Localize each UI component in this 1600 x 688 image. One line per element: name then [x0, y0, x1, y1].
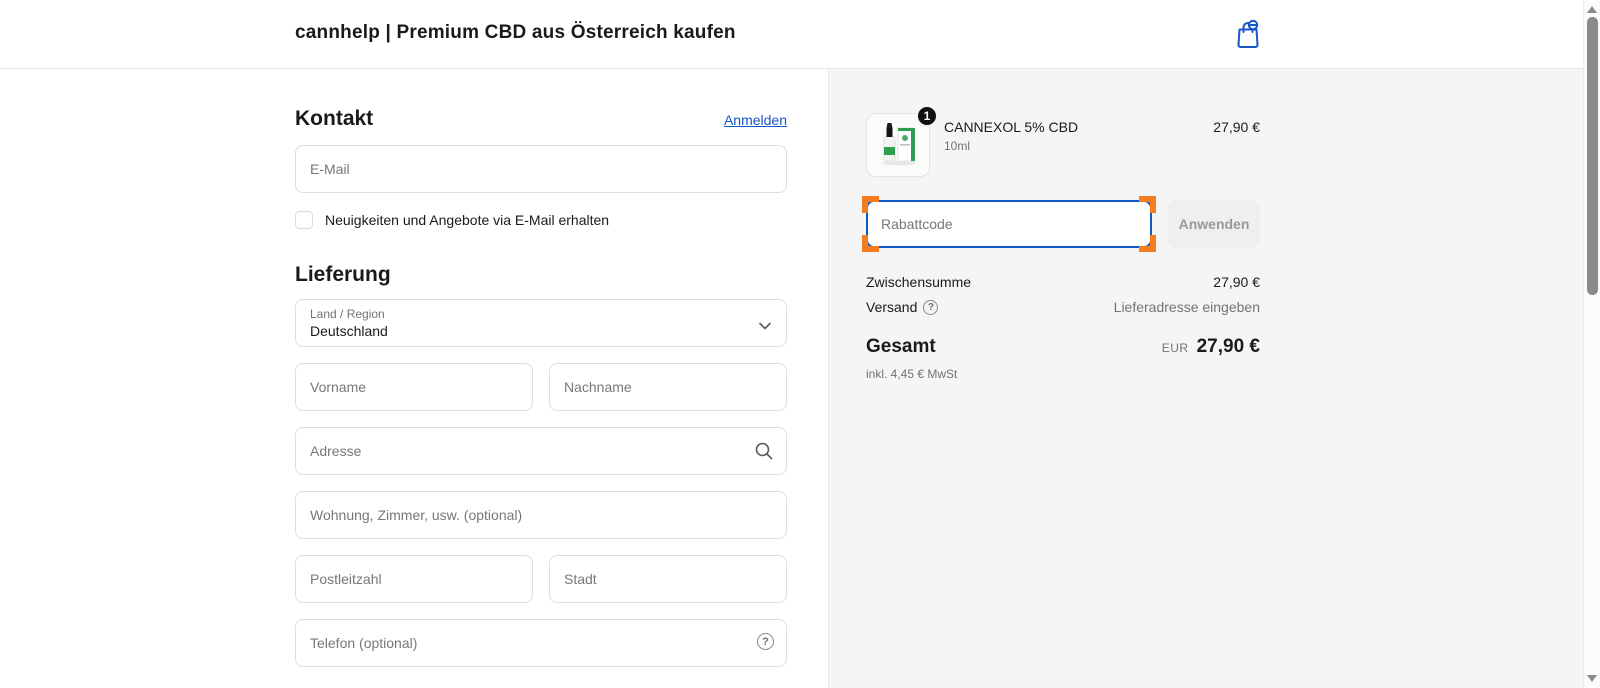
apartment-input[interactable]: [295, 491, 787, 539]
product-name: CANNEXOL 5% CBD: [944, 119, 1079, 135]
chevron-down-icon: [758, 318, 772, 336]
product-thumbnail: 1: [866, 105, 938, 177]
first-name-input[interactable]: [295, 363, 533, 411]
shipping-label: Versand: [866, 299, 918, 315]
tax-note: inkl. 4,45 € MwSt: [866, 367, 958, 381]
order-summary-panel: 1 CANNEXOL 5% CBD 10ml 27,90 € Rabattcod…: [828, 69, 1583, 688]
total-row: Gesamt EUR 27,90 €: [866, 336, 1260, 358]
email-field-wrap: [295, 145, 787, 193]
shipping-value: Lieferadresse eingeben: [1113, 299, 1260, 315]
shopping-bag-icon: [1237, 19, 1259, 48]
cart-line-item: 1 CANNEXOL 5% CBD 10ml 27,90 €: [866, 105, 1260, 177]
store-title: cannhelp | Premium CBD aus Österreich ka…: [295, 22, 736, 43]
address-field-wrap: [295, 427, 787, 475]
phone-input[interactable]: [295, 619, 787, 667]
country-select-value: Deutschland: [310, 322, 388, 339]
country-select-label: Land / Region: [310, 306, 385, 321]
total-label: Gesamt: [866, 336, 936, 357]
first-name-field-wrap: [295, 363, 533, 411]
scrollbar-thumb[interactable]: [1587, 17, 1598, 295]
subtotal-row: Zwischensumme 27,90 €: [866, 274, 1260, 290]
city-input[interactable]: [549, 555, 787, 603]
product-price: 27,90 €: [1213, 119, 1260, 135]
newsletter-label: Neuigkeiten und Angebote via E-Mail erha…: [325, 212, 610, 228]
quantity-badge: 1: [916, 105, 938, 127]
login-link[interactable]: Anmelden: [724, 112, 787, 128]
country-select[interactable]: Land / Region Deutschland: [295, 299, 787, 347]
header: cannhelp | Premium CBD aus Österreich ka…: [0, 0, 1583, 69]
currency-code: EUR: [1161, 341, 1189, 355]
discount-row: Anwenden: [862, 196, 1260, 252]
newsletter-row: Neuigkeiten und Angebote via E-Mail erha…: [295, 211, 787, 229]
checkout-form-panel: Kontakt Anmelden Neuigkeiten und Angebot…: [0, 69, 828, 688]
shipping-help-icon[interactable]: ?: [923, 299, 939, 315]
last-name-field-wrap: [549, 363, 787, 411]
email-input[interactable]: [295, 145, 787, 193]
address-input[interactable]: [295, 427, 787, 475]
subtotal-value: 27,90 €: [1213, 274, 1260, 290]
total-value: 27,90 €: [1196, 336, 1260, 357]
phone-field-wrap: ?: [295, 619, 787, 667]
cart-bag-icon[interactable]: [1234, 18, 1266, 50]
totals-section: Zwischensumme 27,90 € Versand ? Lieferad…: [866, 274, 1260, 381]
subtotal-label: Zwischensumme: [866, 274, 972, 290]
city-field-wrap: [549, 555, 787, 603]
newsletter-checkbox[interactable]: [295, 211, 313, 229]
product-variant: 10ml: [944, 139, 971, 153]
zip-input[interactable]: [295, 555, 533, 603]
discount-input-wrap: [862, 196, 1156, 252]
search-icon: [754, 441, 774, 466]
zip-field-wrap: [295, 555, 533, 603]
scroll-down-arrow-icon[interactable]: [1587, 675, 1597, 682]
delivery-heading: Lieferung: [295, 263, 391, 286]
phone-help-icon[interactable]: ?: [757, 633, 774, 650]
apartment-field-wrap: [295, 491, 787, 539]
last-name-input[interactable]: [549, 363, 787, 411]
apply-discount-button[interactable]: Anwenden: [1168, 200, 1260, 248]
main-area: Kontakt Anmelden Neuigkeiten und Angebot…: [0, 69, 1583, 688]
checkout-page: cannhelp | Premium CBD aus Österreich ka…: [0, 0, 1600, 688]
scroll-up-arrow-icon[interactable]: [1587, 6, 1597, 13]
discount-code-input[interactable]: [866, 200, 1152, 248]
vertical-scrollbar: [1583, 0, 1600, 688]
contact-heading: Kontakt: [295, 107, 374, 130]
shipping-row: Versand ? Lieferadresse eingeben: [866, 299, 1260, 315]
